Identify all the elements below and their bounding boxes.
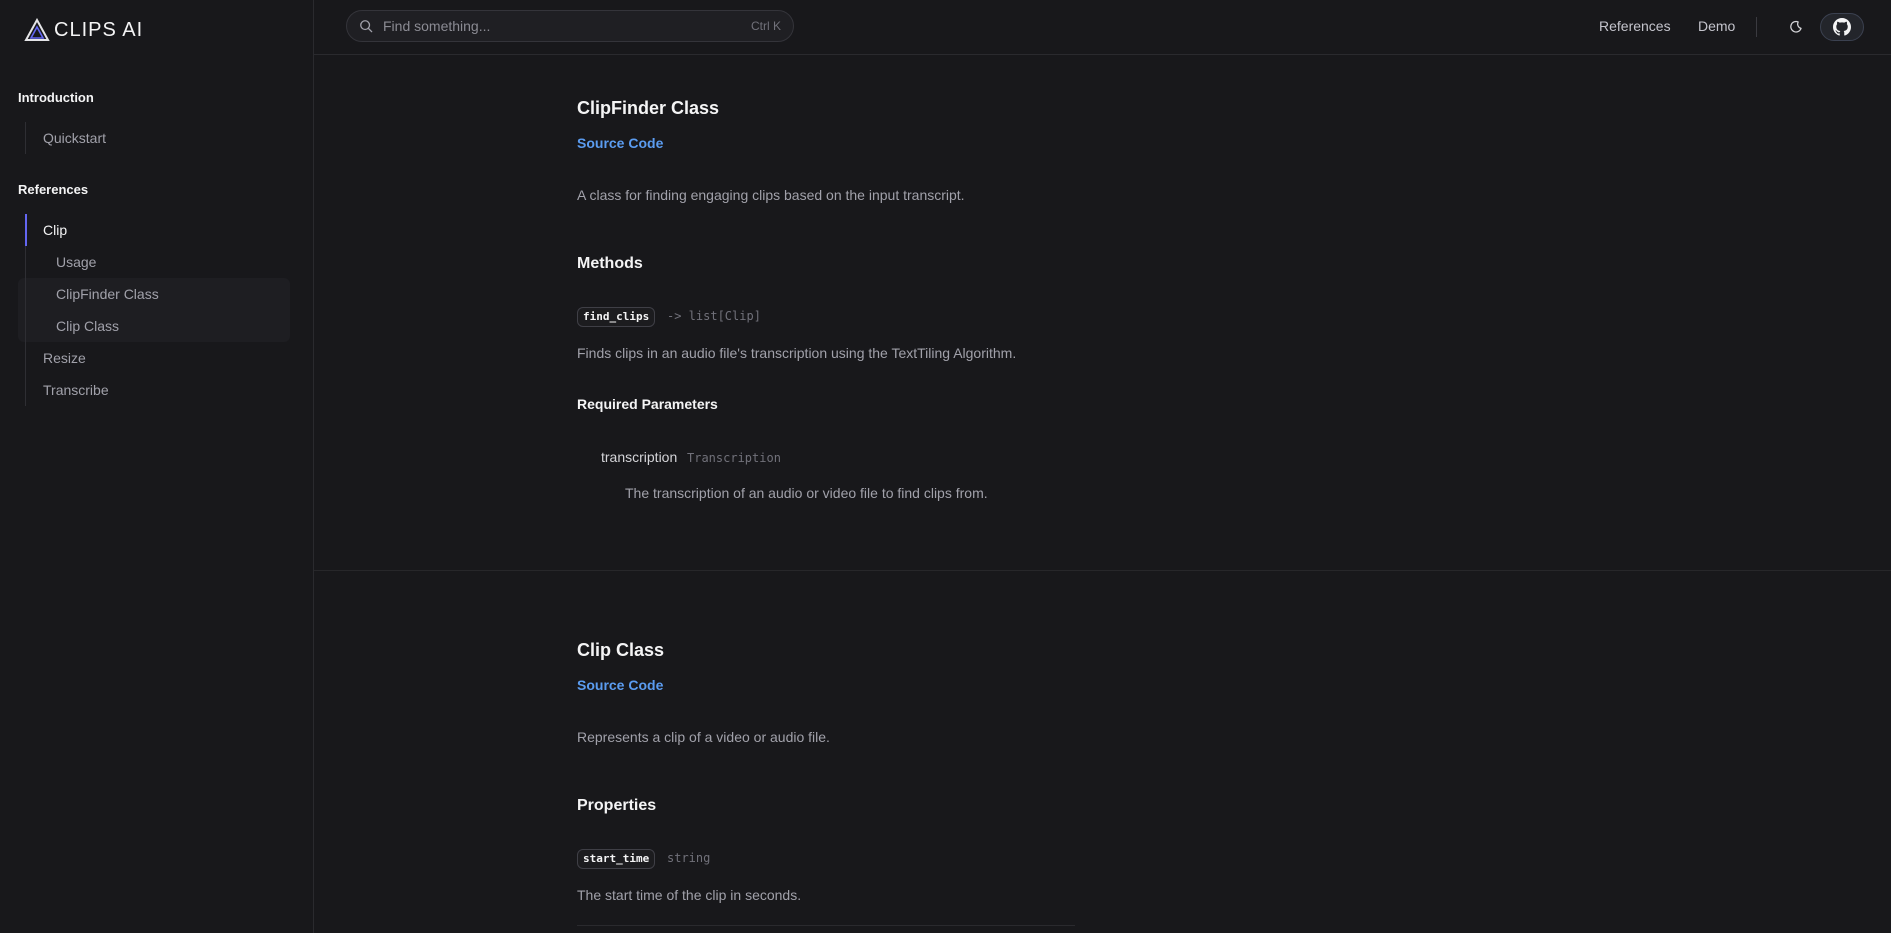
nav-link-references[interactable]: References [1599, 18, 1671, 34]
logo-icon [24, 18, 50, 41]
search-icon [360, 20, 373, 33]
search-placeholder: Find something... [383, 18, 491, 34]
header-divider [1756, 17, 1757, 37]
clip-description: Represents a clip of a video or audio fi… [577, 729, 830, 745]
logo[interactable]: CLIPS AI [24, 18, 143, 42]
sidebar-item-transcribe[interactable]: Transcribe [26, 374, 159, 406]
nav-link-demo[interactable]: Demo [1698, 18, 1735, 34]
clipfinder-class-heading: ClipFinder Class [577, 98, 720, 118]
sidebar-item-clipfinder-class[interactable]: ClipFinder Class [26, 278, 159, 310]
sidebar-item-quickstart[interactable]: Quickstart [26, 122, 106, 154]
nav-section-introduction: Introduction [18, 90, 94, 105]
sidebar: CLIPS AI Introduction Quickstart Referen… [0, 0, 314, 933]
logo-text: CLIPS AI [54, 18, 144, 41]
required-parameters-heading: Required Parameters [577, 396, 718, 412]
sidebar-item-resize[interactable]: Resize [26, 342, 159, 374]
sidebar-item-clip-class[interactable]: Clip Class [26, 310, 159, 342]
search-input[interactable]: Find something... Ctrl K [346, 10, 794, 42]
main-content: ClipFinder Class Source Code A class for… [314, 56, 1891, 933]
search-shortcut: Ctrl K [751, 19, 781, 33]
clipfinder-description: A class for finding engaging clips based… [577, 187, 965, 203]
param-description-transcription: The transcription of an audio or video f… [625, 485, 988, 501]
property-name-start-time: start_time [577, 849, 656, 869]
param-type-transcription: Transcription [687, 451, 781, 465]
method-name-find-clips: find_clips [577, 307, 656, 327]
property-divider [577, 925, 1075, 926]
method-description: Finds clips in an audio file's transcrip… [577, 345, 1017, 361]
nav-group-references: Clip Usage ClipFinder Class Clip Class R… [25, 214, 159, 406]
methods-heading: Methods [577, 255, 643, 272]
property-type-start-time: string [667, 851, 711, 865]
clip-source-code-link[interactable]: Source Code [577, 677, 663, 693]
sidebar-item-usage[interactable]: Usage [26, 246, 159, 278]
property-description-start-time: The start time of the clip in seconds. [577, 887, 802, 903]
sidebar-item-clip[interactable]: Clip [25, 214, 159, 246]
theme-toggle-button[interactable] [1785, 16, 1807, 38]
properties-heading: Properties [577, 797, 657, 814]
nav-section-references: References [18, 182, 89, 197]
clipfinder-source-code-link[interactable]: Source Code [577, 135, 663, 151]
moon-icon [1790, 20, 1802, 33]
github-button[interactable] [1820, 13, 1864, 41]
method-return-type: -> list[Clip] [667, 309, 761, 323]
clip-class-heading: Clip Class [577, 640, 665, 660]
section-divider [314, 570, 1891, 571]
nav-group-introduction: Quickstart [25, 122, 106, 154]
github-icon [1833, 18, 1851, 36]
top-bar: Find something... Ctrl K References Demo [314, 0, 1891, 55]
param-name-transcription: transcription [601, 449, 678, 465]
